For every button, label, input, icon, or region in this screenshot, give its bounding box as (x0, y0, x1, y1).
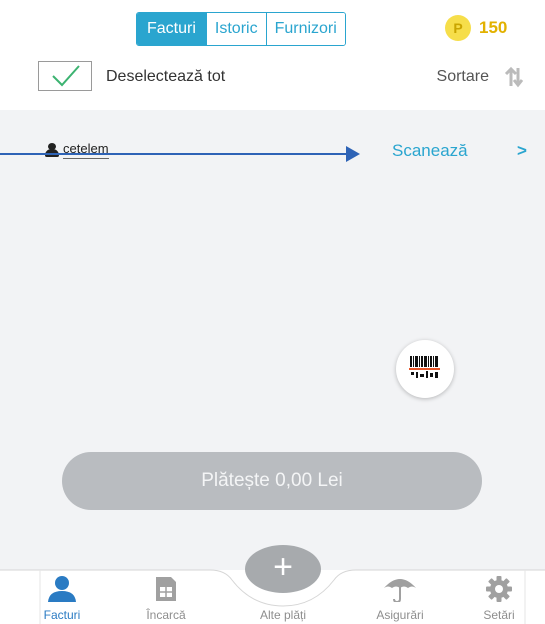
barcode-scan-button[interactable] (396, 340, 454, 398)
nav-label-incarca: Încarcă (146, 608, 186, 622)
user-icon (48, 576, 76, 602)
coin-icon: P (445, 15, 471, 41)
scan-link[interactable]: Scanează (392, 141, 468, 161)
nav-setari[interactable]: Setări (459, 576, 539, 622)
annotation-arrow-head (346, 146, 360, 162)
annotation-arrow-line (0, 153, 350, 155)
nav-asigurari[interactable]: Asigurări (360, 576, 440, 622)
sort-button[interactable]: Sortare (437, 68, 489, 86)
tab-istoric[interactable]: Istoric (205, 13, 266, 45)
nav-incarca[interactable]: Încarcă (126, 576, 206, 622)
top-bar: Facturi Istoric Furnizori P 150 (0, 0, 545, 58)
segmented-control: Facturi Istoric Furnizori (136, 12, 346, 46)
chevron-right-icon[interactable]: > (517, 141, 527, 161)
nav-label-facturi: Facturi (43, 608, 81, 622)
nav-label-asigurari: Asigurări (376, 608, 424, 622)
sim-card-icon (156, 577, 176, 601)
tab-facturi[interactable]: Facturi (137, 13, 206, 45)
nav-label-setari: Setări (483, 608, 515, 622)
selection-row: Deselectează tot Sortare (0, 58, 545, 106)
nav-label-alte-plati: Alte plăți (259, 608, 307, 622)
tab-furnizori[interactable]: Furnizori (265, 13, 345, 45)
barcode-icon (409, 356, 440, 378)
deselect-all-label[interactable]: Deselectează tot (106, 68, 225, 86)
select-all-checkbox[interactable] (38, 61, 92, 91)
nav-alte-plati[interactable]: Alte plăți (243, 576, 323, 622)
checkmark-icon (52, 65, 80, 87)
gear-icon (486, 576, 512, 602)
umbrella-icon (384, 579, 416, 602)
sort-icon[interactable] (503, 66, 525, 88)
points-count: 150 (479, 18, 508, 37)
points-badge[interactable]: P 150 (445, 15, 507, 41)
pay-button[interactable]: Plătește 0,00 Lei (62, 452, 482, 510)
nav-facturi[interactable]: Facturi (22, 576, 102, 622)
